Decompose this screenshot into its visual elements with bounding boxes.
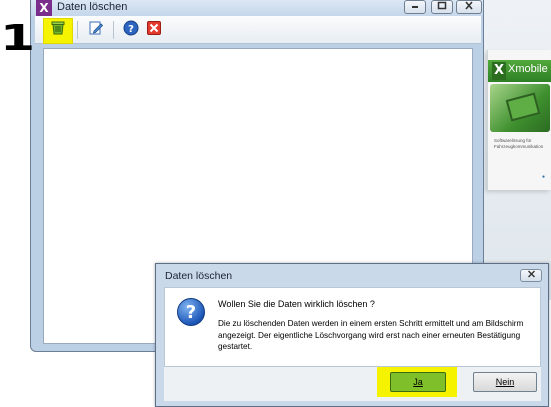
dialog-question: Wollen Sie die Daten wirklich löschen ? [218,299,375,309]
dialog-close-button[interactable] [520,269,542,282]
annotation-number-1: 1 [0,18,36,59]
vendor-logo: ● [541,174,545,180]
minimize-icon [410,2,420,12]
edit-icon [88,20,104,40]
maximize-icon [437,1,447,13]
dialog-body: ? Wollen Sie die Daten wirklich löschen … [164,287,541,367]
product-caption: Softwarelösung für Fahrzeugkommunikation [494,138,544,149]
edit-button[interactable] [85,20,107,40]
delete-data-icon [50,20,66,40]
close-icon [527,270,536,280]
product-box-image: X Xmobile Softwarelösung für Fahrzeugkom… [487,50,551,190]
app-icon: X [36,0,52,16]
minimize-button[interactable] [404,0,426,14]
question-icon: ? [177,298,205,326]
product-logo-icon: X [492,62,506,80]
dialog-detail-text: Die zu löschenden Daten werden in einem … [218,319,524,351]
close-icon [464,1,474,13]
close-button[interactable] [143,20,165,40]
window-title: Daten löschen [57,1,128,13]
help-icon: ? [123,20,139,40]
yes-button-label: Ja [413,377,423,387]
product-name: Xmobile [508,63,548,75]
close-window-button[interactable] [456,0,482,14]
toolbar-separator [77,21,78,39]
maximize-button[interactable] [431,0,453,14]
title-bar[interactable]: X Daten löschen [31,0,483,16]
delete-data-button[interactable] [47,20,69,40]
no-button-label: Nein [495,377,515,387]
yes-button[interactable]: Ja [390,372,446,392]
product-picture [490,84,550,132]
dialog-title: Daten löschen [165,270,233,282]
toolbar: ? [35,16,481,44]
help-button[interactable]: ? [120,20,142,40]
toolbar-separator [113,21,114,39]
close-icon [146,20,162,40]
no-button[interactable]: Nein [473,372,537,392]
svg-text:?: ? [128,24,134,35]
